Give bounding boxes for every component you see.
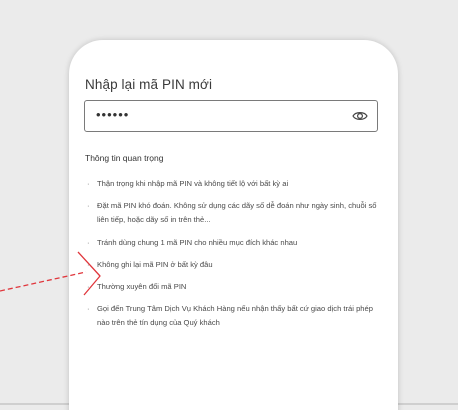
list-item-text: Gọi đến Trung Tâm Dịch Vụ Khách Hàng nếu…	[97, 304, 373, 328]
list-item: · Thận trọng khi nhập mã PIN và không tiế…	[87, 177, 385, 191]
info-list: · Thận trọng khi nhập mã PIN và không tiế…	[87, 177, 385, 339]
list-item: · Gọi đến Trung Tâm Dịch Vụ Khách Hàng nế…	[87, 302, 385, 330]
bullet-icon: ·	[87, 259, 90, 269]
eye-icon[interactable]	[352, 109, 368, 123]
list-item-text: Không ghi lại mã PIN ở bất kỳ đâu	[97, 259, 213, 269]
bullet-icon: ·	[87, 304, 90, 314]
screenshot-stage: Nhập lại mã PIN mới •••••• Thông tin qua…	[0, 0, 458, 410]
list-item-text: Thường xuyên đổi mã PIN	[97, 282, 187, 292]
pin-input[interactable]: ••••••	[84, 100, 378, 132]
list-item: · Đặt mã PIN khó đoán. Không sử dụng các …	[87, 199, 385, 227]
phone-screen: Nhập lại mã PIN mới •••••• Thông tin qua…	[69, 40, 398, 410]
bullet-icon: ·	[87, 237, 90, 247]
bullet-icon: ·	[87, 201, 90, 211]
list-item: · Không ghi lại mã PIN ở bất kỳ đâu	[87, 258, 385, 272]
list-item-text: Đặt mã PIN khó đoán. Không sử dụng các d…	[97, 201, 377, 225]
pin-field-label: Nhập lại mã PIN mới	[85, 77, 213, 92]
bullet-icon: ·	[87, 282, 90, 292]
list-item-text: Tránh dùng chung 1 mã PIN cho nhiều mục …	[97, 237, 298, 247]
bullet-icon: ·	[87, 179, 90, 188]
list-item: · Thường xuyên đổi mã PIN	[87, 280, 385, 294]
pin-masked-value: ••••••	[96, 107, 130, 122]
info-section-title: Thông tin quan trọng	[85, 153, 164, 163]
list-item-text: Thận trọng khi nhập mã PIN và không tiết…	[97, 179, 289, 188]
list-item: · Tránh dùng chung 1 mã PIN cho nhiều mục…	[87, 236, 385, 250]
